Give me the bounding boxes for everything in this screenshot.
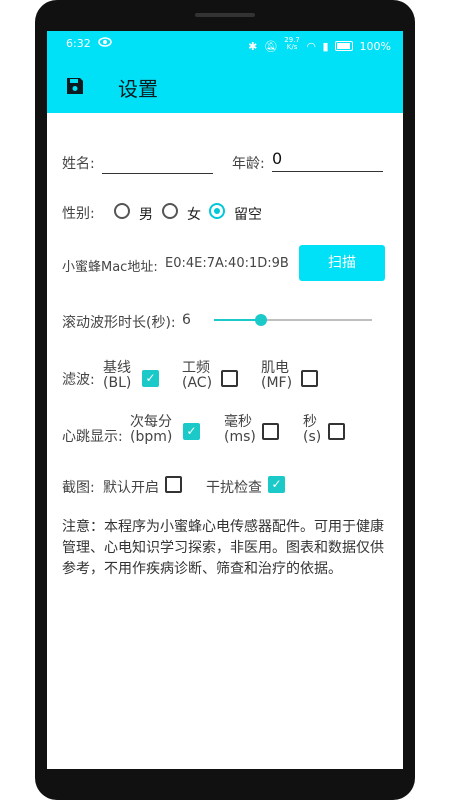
- hr-bpm-checkbox[interactable]: ✓: [183, 423, 200, 440]
- phone-frame: 6:32 ✱ 🔕︎ 29.7 K/s ◠ ▮ 100% 设置 姓名: 年龄: 0…: [35, 0, 415, 800]
- duration-slider-thumb[interactable]: [255, 314, 268, 326]
- eye-icon: [98, 36, 112, 51]
- page-title: 设置: [118, 77, 158, 101]
- gender-female-label: 女: [187, 207, 201, 223]
- status-bar: 6:32 ✱ 🔕︎ 29.7 K/s ◠ ▮ 100%: [47, 31, 403, 57]
- filter-bl-text: 基线 (BL): [103, 361, 131, 391]
- filter-bl-name: 基线: [103, 360, 131, 376]
- hr-ms-checkbox[interactable]: [262, 423, 279, 440]
- hr-display-label: 心跳显示:: [62, 429, 123, 445]
- screenshot-default-label: 默认开启: [103, 480, 159, 496]
- mute-icon: 🔕︎: [263, 40, 278, 53]
- filter-bl-checkbox[interactable]: ✓: [142, 370, 159, 387]
- duration-label: 滚动波形时长(秒):: [62, 315, 176, 331]
- app-bar: 设置: [47, 57, 403, 113]
- screenshot-default-checkbox[interactable]: [165, 476, 182, 493]
- gender-male-radio[interactable]: [114, 203, 130, 219]
- hr-s-checkbox[interactable]: [328, 423, 345, 440]
- gender-female-radio[interactable]: [162, 203, 178, 219]
- hr-ms-text: 毫秒 (ms): [224, 415, 256, 445]
- filter-ac-text: 工频 (AC): [182, 361, 212, 391]
- name-label: 姓名:: [62, 156, 95, 172]
- hr-s-name: 秒: [303, 414, 317, 430]
- status-right: ✱ 🔕︎ 29.7 K/s ◠ ▮ 100%: [245, 37, 391, 54]
- gender-label: 性别:: [62, 206, 95, 222]
- screen: 6:32 ✱ 🔕︎ 29.7 K/s ◠ ▮ 100% 设置 姓名: 年龄: 0…: [47, 31, 403, 769]
- signal-icon: ▮: [322, 40, 329, 53]
- duration-value: 6: [182, 312, 191, 328]
- network-speed: 29.7 K/s: [284, 37, 300, 51]
- filter-ac-abbr: (AC): [182, 375, 213, 391]
- battery-percent: 100%: [359, 40, 391, 53]
- save-icon[interactable]: [66, 77, 84, 95]
- interference-check-label: 干扰检查: [206, 480, 262, 496]
- interference-check-checkbox[interactable]: ✓: [268, 476, 285, 493]
- hr-ms-abbr: (ms): [224, 429, 256, 445]
- duration-slider-fill: [214, 319, 262, 321]
- filter-mf-text: 肌电 (MF): [261, 361, 292, 391]
- filter-mf-abbr: (MF): [261, 375, 293, 391]
- filter-ac-name: 工频: [182, 360, 210, 376]
- status-time: 6:32: [66, 37, 91, 50]
- filter-mf-name: 肌电: [261, 360, 289, 376]
- bluetooth-icon: ✱: [248, 40, 258, 53]
- notice-text: 注意：本程序为小蜜蜂心电传感器配件。可用于健康管理、心电知识学习探索，非医用。图…: [62, 519, 384, 577]
- gender-unspecified-radio[interactable]: [209, 203, 225, 219]
- hr-bpm-name: 次每分: [130, 414, 172, 430]
- phone-speaker: [195, 13, 255, 17]
- wifi-icon: ◠: [306, 40, 316, 53]
- battery-icon: [335, 41, 354, 51]
- hr-bpm-text: 次每分 (bpm): [130, 415, 172, 445]
- gender-unspecified-label: 留空: [234, 207, 262, 223]
- gender-male-label: 男: [139, 207, 153, 223]
- network-speed-unit: K/s: [286, 43, 298, 51]
- mac-label: 小蜜蜂Mac地址:: [62, 260, 158, 275]
- age-field[interactable]: 0: [272, 149, 383, 172]
- scan-button[interactable]: 扫描: [299, 245, 385, 281]
- mac-value: E0:4E:7A:40:1D:9B: [165, 256, 289, 271]
- age-label: 年龄:: [232, 156, 265, 172]
- settings-form: 姓名: 年龄: 0 性别: 男 女 留空 小蜜蜂Mac地址: E0:4E:7A:…: [47, 113, 403, 769]
- name-field[interactable]: [102, 151, 213, 174]
- filter-ac-checkbox[interactable]: [221, 370, 238, 387]
- filter-label: 滤波:: [62, 372, 95, 388]
- screenshot-label: 截图:: [62, 480, 95, 496]
- hr-s-text: 秒 (s): [303, 415, 321, 445]
- filter-bl-abbr: (BL): [103, 375, 132, 391]
- filter-mf-checkbox[interactable]: [301, 370, 318, 387]
- hr-bpm-abbr: (bpm): [130, 429, 173, 445]
- hr-ms-name: 毫秒: [224, 414, 252, 430]
- hr-s-abbr: (s): [303, 429, 322, 445]
- duration-slider[interactable]: [214, 314, 372, 326]
